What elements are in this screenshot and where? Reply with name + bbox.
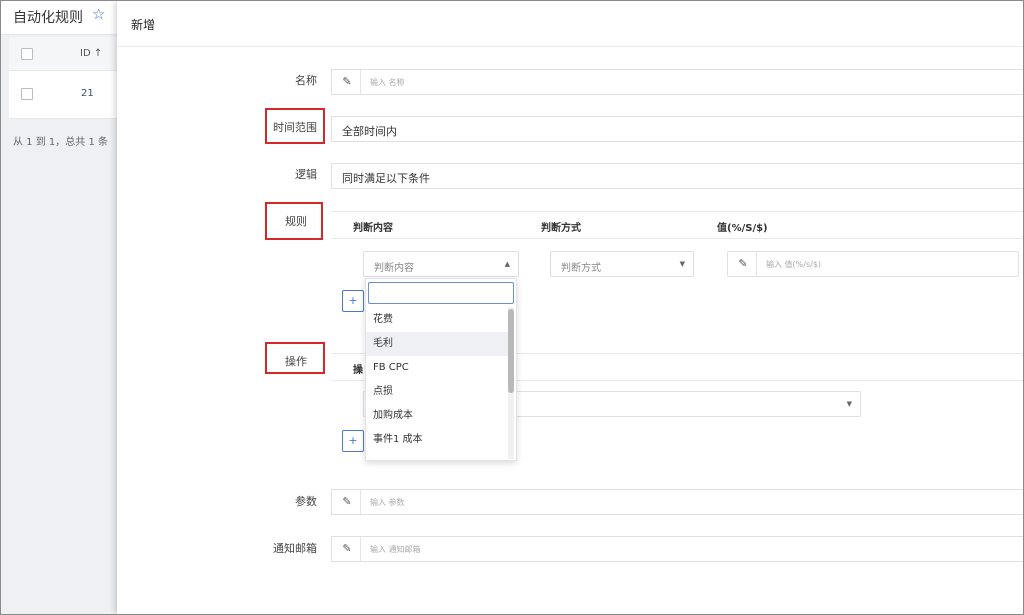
- time-range-label: 时间范围: [273, 121, 317, 134]
- table-header: ID ↑: [9, 37, 117, 71]
- params-label: 参数: [295, 495, 317, 508]
- judge-method-select-text: 判断方式: [561, 263, 601, 274]
- new-rule-modal: 新增 名称 ✎ 输入 名称 时间范围 全部时间内 逻辑 同时满足以下条件 规则 …: [117, 1, 1023, 614]
- judge-content-select[interactable]: 判断内容 ▲: [363, 251, 519, 277]
- dropdown-option[interactable]: 点损: [366, 380, 510, 404]
- col-judge-content: 判断内容: [353, 223, 393, 234]
- logic-select[interactable]: 同时满足以下条件: [331, 163, 1023, 189]
- pencil-icon: ✎: [342, 75, 352, 88]
- email-placeholder: 输入 通知邮箱: [370, 545, 421, 554]
- rules-table: ID ↑ 21: [9, 37, 117, 119]
- select-all-checkbox[interactable]: [21, 48, 33, 60]
- add-operation-button[interactable]: +: [342, 430, 364, 452]
- page-header: 自动化规则 ☆: [1, 1, 117, 35]
- operation-label: 操作: [285, 355, 307, 368]
- rules-label: 规则: [285, 215, 307, 228]
- name-label: 名称: [295, 74, 317, 87]
- params-field[interactable]: ✎ 输入 参数: [331, 489, 1023, 515]
- background-page: 自动化规则 ☆ ID ↑ 21 从 1 到 1，总共 1 条: [1, 1, 117, 614]
- field-divider: [360, 537, 361, 561]
- time-range-value: 全部时间内: [342, 125, 397, 138]
- row-checkbox[interactable]: [21, 88, 33, 100]
- star-icon[interactable]: ☆: [92, 5, 105, 23]
- dropdown-search-input[interactable]: [368, 282, 514, 304]
- pencil-icon: ✎: [738, 257, 748, 270]
- pencil-icon: ✎: [342, 495, 352, 508]
- judge-content-dropdown: 花费 毛利 FB CPC 点损 加购成本 事件1 成本: [365, 278, 517, 461]
- col-operation: 操: [353, 365, 363, 376]
- pagination-info: 从 1 到 1，总共 1 条: [13, 137, 108, 148]
- dropdown-option[interactable]: FB CPC: [366, 356, 510, 380]
- dropdown-scrollbar-thumb[interactable]: [508, 309, 514, 393]
- page-title: 自动化规则: [13, 10, 83, 26]
- params-placeholder: 输入 参数: [370, 498, 405, 507]
- pencil-icon: ✎: [342, 542, 352, 555]
- dropdown-option[interactable]: 事件1 成本: [366, 428, 510, 452]
- dropdown-option[interactable]: 毛利: [366, 332, 510, 356]
- caret-up-icon: ▲: [504, 260, 510, 268]
- table-row[interactable]: 21: [9, 71, 117, 119]
- name-field[interactable]: ✎ 输入 名称: [331, 69, 1023, 95]
- logic-value: 同时满足以下条件: [342, 172, 430, 185]
- screenshot-frame: 自动化规则 ☆ ID ↑ 21 从 1 到 1，总共 1 条 新增 名称 ✎ 输…: [0, 0, 1024, 615]
- dropdown-option[interactable]: 加购成本: [366, 404, 510, 428]
- caret-down-icon: ▼: [679, 260, 685, 268]
- time-range-select[interactable]: 全部时间内: [331, 116, 1023, 142]
- row-id: 21: [81, 88, 94, 99]
- email-field[interactable]: ✎ 输入 通知邮箱: [331, 536, 1023, 562]
- rule-value-input[interactable]: ✎ 输入 值(%/s/$): [727, 251, 1019, 277]
- rule-value-placeholder: 输入 值(%/s/$): [766, 260, 822, 269]
- field-divider: [756, 252, 757, 276]
- field-divider: [360, 70, 361, 94]
- field-divider: [360, 490, 361, 514]
- modal-title: 新增: [131, 18, 156, 32]
- id-column-header[interactable]: ID ↑: [80, 48, 102, 59]
- col-judge-method: 判断方式: [541, 223, 581, 234]
- dropdown-option[interactable]: 花费: [366, 308, 510, 332]
- name-placeholder: 输入 名称: [370, 78, 405, 87]
- col-value: 值(%/S/$): [717, 223, 768, 234]
- rules-table-header: 判断内容 判断方式 值(%/S/$): [331, 211, 1023, 239]
- add-rule-button[interactable]: +: [342, 290, 364, 312]
- modal-header: 新增: [117, 1, 1023, 47]
- judge-content-select-text: 判断内容: [374, 263, 414, 274]
- email-label: 通知邮箱: [273, 542, 317, 555]
- logic-label: 逻辑: [295, 168, 317, 181]
- caret-down-icon: ▼: [846, 400, 852, 408]
- judge-method-select[interactable]: 判断方式 ▼: [550, 251, 694, 277]
